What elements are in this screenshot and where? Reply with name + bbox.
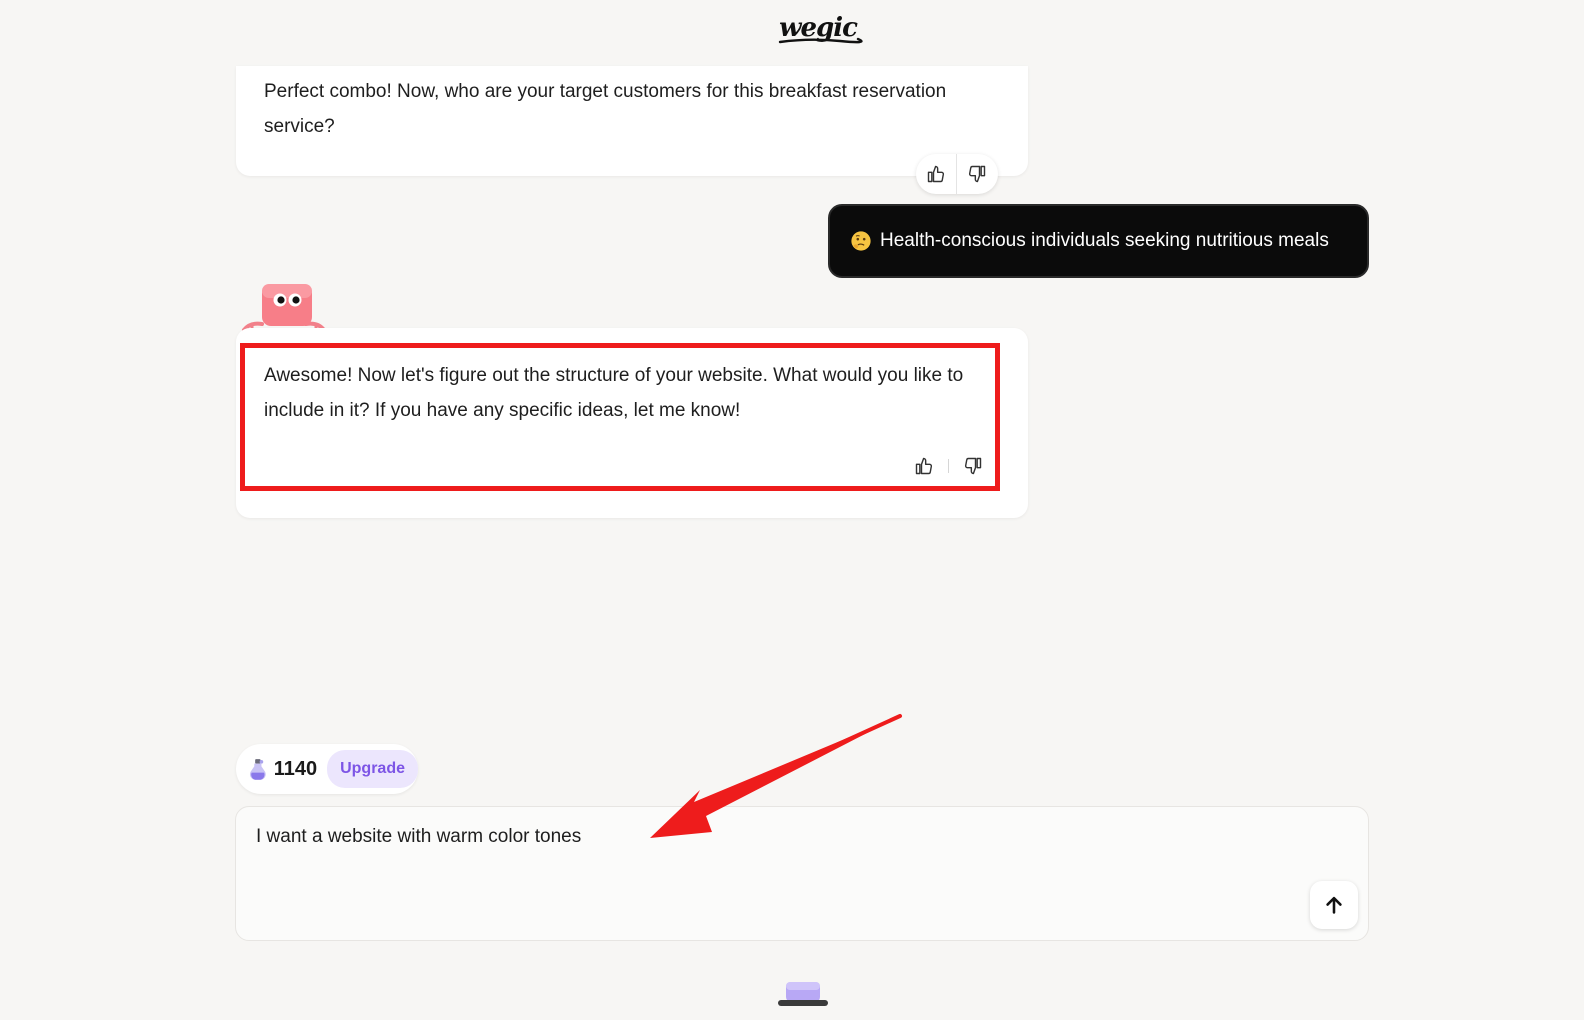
thumbs-down-icon [964, 457, 982, 475]
thumbs-down-button[interactable] [953, 451, 993, 481]
feedback-controls [904, 451, 993, 481]
credits-pill: 1140 Upgrade [236, 744, 418, 794]
mascot-peek-icon [778, 982, 828, 1006]
message-composer [235, 806, 1369, 941]
assistant-message-text: Awesome! Now let's figure out the struct… [264, 365, 964, 421]
user-message: Health-conscious individuals seeking nut… [828, 204, 1369, 278]
thumbs-up-icon [915, 457, 933, 475]
feedback-divider [948, 459, 949, 473]
send-button[interactable] [1310, 881, 1358, 929]
feedback-controls [916, 154, 998, 194]
thumbs-down-icon [968, 165, 986, 183]
assistant-message: Perfect combo! Now, who are your target … [236, 66, 1028, 176]
assistant-message: Awesome! Now let's figure out the struct… [236, 328, 1028, 518]
credits-count: 1140 [273, 757, 318, 780]
wegic-logo[interactable]: wegic [770, 6, 866, 50]
arrow-up-icon [1326, 896, 1342, 914]
thumbs-up-button[interactable] [916, 154, 956, 194]
thinking-face-icon [851, 231, 871, 251]
thumbs-down-button[interactable] [957, 154, 997, 194]
logo-text: wegic [779, 13, 858, 43]
user-message-text: Health-conscious individuals seeking nut… [880, 230, 1329, 251]
potion-icon [249, 759, 266, 780]
message-input[interactable] [254, 825, 1258, 849]
thumbs-up-icon [927, 165, 945, 183]
thumbs-up-button[interactable] [904, 451, 944, 481]
chat-page: wegic Perfect combo! Now, who are your t… [0, 0, 1584, 1020]
assistant-message-text: Perfect combo! Now, who are your target … [264, 81, 947, 137]
upgrade-button[interactable]: Upgrade [327, 750, 418, 788]
